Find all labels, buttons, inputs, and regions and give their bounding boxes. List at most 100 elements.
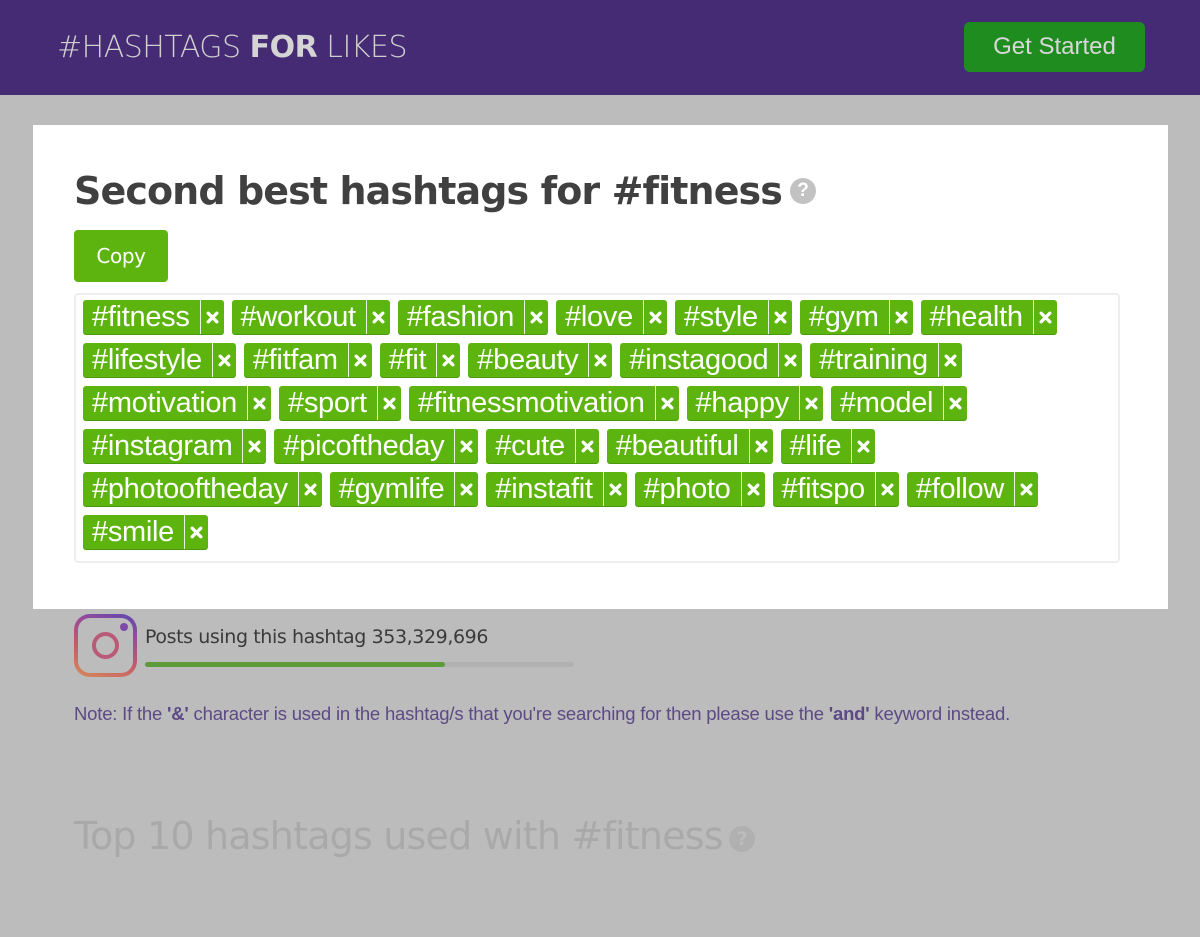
close-icon[interactable] [654,386,679,420]
hashtag-label: #workout [240,301,357,333]
hashtag-tag[interactable]: #life [780,429,876,463]
close-icon[interactable] [454,472,478,506]
question-circle-icon[interactable]: ? [728,825,755,852]
hashtag-tag[interactable]: #photo [634,472,765,506]
posts-progress-bar [145,662,574,667]
close-icon[interactable] [365,300,390,334]
site-logo[interactable]: #HASHTAGS FOR LIKES [57,30,408,65]
close-icon[interactable] [748,429,773,463]
hashtag-label: #photooftheday [92,473,288,505]
hashtag-label: #sport [288,387,367,419]
close-icon[interactable] [242,429,266,463]
close-icon[interactable] [199,300,224,334]
close-icon[interactable] [602,472,627,506]
close-icon[interactable] [524,300,548,334]
hashtag-tag[interactable]: #happy [686,386,823,420]
close-icon[interactable] [798,386,823,420]
close-icon[interactable] [778,343,802,377]
hashtag-label: #fitspo [781,473,866,505]
hashtag-tag[interactable]: #training [810,343,962,377]
ampersand-note: Note: If the '&' character is used in th… [74,697,1084,730]
top10-heading: Top 10 hashtags used with #fitness? [74,814,755,858]
question-circle-icon[interactable]: ? [790,177,816,204]
hashtag-tag[interactable]: #fitness [83,300,224,334]
hashtag-tag[interactable]: #workout [231,300,390,334]
hashtag-tag[interactable]: #instagram [83,429,267,463]
close-icon[interactable] [454,429,478,463]
close-icon[interactable] [642,300,667,334]
hashtag-tag[interactable]: #cute [486,429,599,463]
note-text: Note: If the [74,703,168,724]
hashtag-tag[interactable]: #beautiful [606,429,773,463]
close-icon[interactable] [436,343,460,377]
close-icon[interactable] [347,343,372,377]
get-started-button[interactable]: Get Started [964,22,1145,72]
hashtag-tag[interactable]: #beauty [468,343,613,377]
hashtag-tag[interactable]: #lifestyle [83,343,236,377]
note-ampersand: '&' [167,703,189,724]
hashtag-label: #fit [388,344,427,376]
close-icon[interactable] [851,429,875,463]
hashtag-tag[interactable]: #motivation [83,386,271,420]
hashtag-tag[interactable]: #fashion [397,300,549,334]
instagram-lens [92,632,119,659]
hashtag-list: #fitness #workout #fashion #love #style … [83,300,1111,558]
hashtag-label: #love [565,301,633,333]
hashtag-label: #gymlife [338,473,445,505]
posts-progress-fill [145,662,446,667]
hashtag-label: #fashion [406,301,515,333]
close-icon[interactable] [588,343,612,377]
hashtag-tag[interactable]: #gymlife [329,472,479,506]
close-icon[interactable] [376,386,401,420]
hashtag-tag[interactable]: #health [920,300,1057,334]
top10-title: Top 10 hashtags used with #fitness [74,814,724,858]
hashtag-tag[interactable]: #fitfam [243,343,372,377]
second-best-hashtags-modal: Second best hashtags for #fitness? Copy … [33,125,1168,609]
close-icon[interactable] [1032,300,1057,334]
hashtag-tag[interactable]: #fitnessmotivation [408,386,679,420]
hashtag-tag[interactable]: #sport [279,386,401,420]
close-icon[interactable] [767,300,792,334]
hashtag-tag[interactable]: #fit [379,343,461,377]
hashtag-tag[interactable]: #style [674,300,792,334]
hashtag-tag[interactable]: #love [556,300,667,334]
close-icon[interactable] [184,515,208,549]
hashtag-label: #life [789,430,842,462]
hashtag-tag[interactable]: #smile [83,515,208,549]
hashtag-label: #beautiful [615,430,739,462]
logo-bold: FOR [249,30,318,65]
hashtag-label: #instafit [495,473,593,505]
hashtag-tag[interactable]: #photooftheday [83,472,322,506]
note-text: keyword instead. [869,703,1011,724]
logo-suffix: LIKES [317,30,408,65]
hashtag-input-box[interactable]: #fitness #workout #fashion #love #style … [74,293,1120,563]
close-icon[interactable] [574,429,599,463]
hashtag-label: #cute [495,430,565,462]
hashtag-tag[interactable]: #picoftheday [274,429,479,463]
close-icon[interactable] [247,386,271,420]
hashtag-label: #motivation [92,387,237,419]
instagram-dot [120,623,128,631]
hashtag-label: #fitnessmotivation [417,387,645,419]
close-icon[interactable] [1014,472,1038,506]
close-icon[interactable] [937,343,962,377]
hashtag-tag[interactable]: #model [830,386,968,420]
close-icon[interactable] [888,300,913,334]
hashtag-tag[interactable]: #instagood [620,343,803,377]
close-icon[interactable] [943,386,967,420]
modal-title: Second best hashtags for #fitness? [74,169,816,213]
hashtag-tag[interactable]: #gym [799,300,913,334]
hashtag-tag[interactable]: #follow [906,472,1039,506]
close-icon[interactable] [874,472,899,506]
hashtag-tag[interactable]: #instafit [486,472,627,506]
copy-button[interactable]: Copy [74,230,168,282]
hashtag-label: #fitfam [252,344,338,376]
close-icon[interactable] [740,472,765,506]
hashtag-label: #instagood [629,344,769,376]
hashtag-label: #follow [915,473,1005,505]
note-text: character is used in the hashtag/s that … [188,703,829,724]
logo-prefix: #HASHTAGS [57,30,250,65]
close-icon[interactable] [211,343,236,377]
close-icon[interactable] [297,472,322,506]
hashtag-tag[interactable]: #fitspo [772,472,899,506]
